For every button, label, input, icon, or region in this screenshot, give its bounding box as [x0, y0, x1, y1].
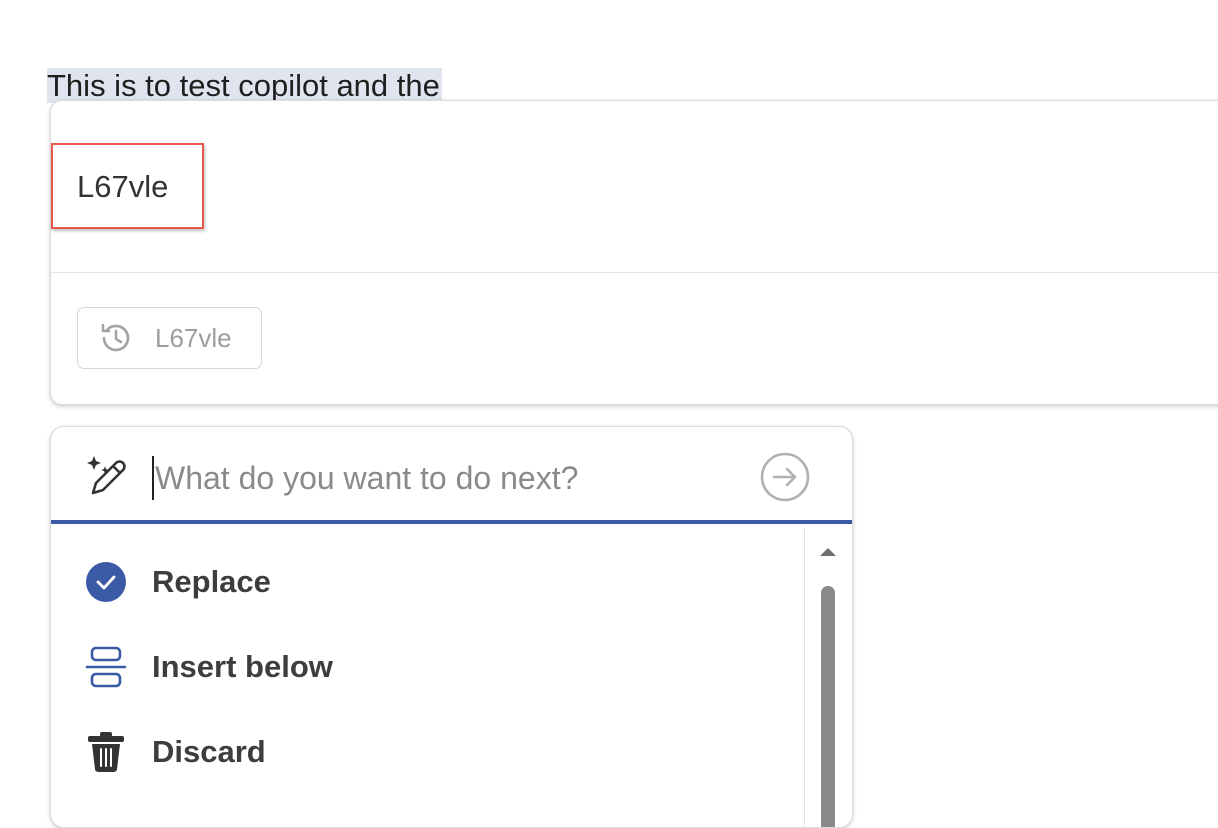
- trash-icon: [88, 732, 124, 772]
- history-chip-label: L67vle: [155, 322, 232, 353]
- history-chip[interactable]: L67vle: [77, 307, 262, 369]
- selected-text: This is to test copilot and the: [47, 68, 442, 103]
- replace-option[interactable]: Replace: [51, 547, 804, 617]
- scroll-thumb[interactable]: [821, 586, 835, 827]
- history-icon: [101, 323, 130, 352]
- insert-below-label: Insert below: [152, 649, 333, 684]
- insert-below-option[interactable]: Insert below: [51, 632, 804, 702]
- insert-below-icon: [85, 646, 127, 688]
- divider: [51, 272, 1218, 273]
- scroll-up-icon[interactable]: [820, 548, 836, 556]
- text-caret: [152, 456, 154, 500]
- check-circle-icon: [86, 562, 126, 602]
- copilot-prompt-panel: Replace Insert below Discard: [50, 426, 853, 828]
- discard-option[interactable]: Discard: [51, 717, 804, 787]
- generated-text: L67vle: [77, 169, 169, 204]
- copilot-result-card: L67vle L67vle: [50, 100, 1218, 405]
- prompt-row: [51, 427, 852, 524]
- sparkle-pen-icon: [87, 456, 126, 495]
- discard-label: Discard: [152, 734, 266, 769]
- scrollbar[interactable]: [804, 528, 852, 827]
- prompt-input[interactable]: [155, 453, 735, 503]
- action-menu: Replace Insert below Discard: [51, 528, 804, 827]
- replace-label: Replace: [152, 564, 271, 599]
- send-arrow-icon[interactable]: [759, 451, 811, 503]
